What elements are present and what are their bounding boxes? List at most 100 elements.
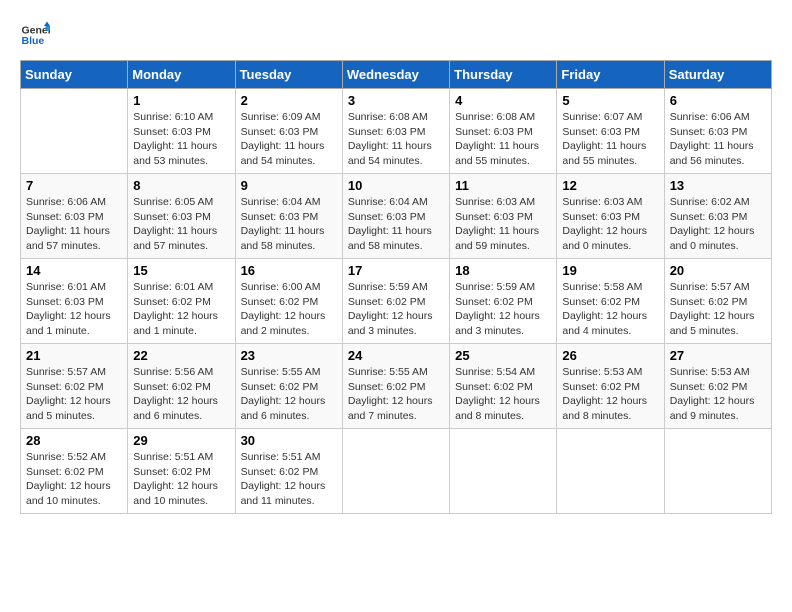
calendar-cell: 28 Sunrise: 5:52 AMSunset: 6:02 PMDayligh… [21, 429, 128, 514]
calendar-week-5: 28 Sunrise: 5:52 AMSunset: 6:02 PMDayligh… [21, 429, 772, 514]
calendar-cell [557, 429, 664, 514]
calendar-week-4: 21Sunrise: 5:57 AMSunset: 6:02 PMDayligh… [21, 344, 772, 429]
day-info: Sunrise: 6:03 AMSunset: 6:03 PMDaylight:… [455, 195, 551, 254]
day-info: Sunrise: 6:04 AMSunset: 6:03 PMDaylight:… [348, 195, 444, 254]
day-number: 13 [670, 178, 766, 193]
day-number: 22 [133, 348, 229, 363]
calendar-cell: 6 Sunrise: 6:06 AMSunset: 6:03 PMDaylight… [664, 89, 771, 174]
calendar-cell: 26 Sunrise: 5:53 AMSunset: 6:02 PMDayligh… [557, 344, 664, 429]
day-info: Sunrise: 5:52 AMSunset: 6:02 PMDaylight:… [26, 450, 122, 509]
calendar-cell: 4 Sunrise: 6:08 AMSunset: 6:03 PMDaylight… [450, 89, 557, 174]
column-header-wednesday: Wednesday [342, 61, 449, 89]
day-info: Sunrise: 6:02 AMSunset: 6:03 PMDaylight:… [670, 195, 766, 254]
day-number: 26 [562, 348, 658, 363]
day-number: 27 [670, 348, 766, 363]
logo-icon: General Blue [20, 20, 50, 50]
day-info: Sunrise: 5:57 AMSunset: 6:02 PMDaylight:… [670, 280, 766, 339]
calendar-cell: 10 Sunrise: 6:04 AMSunset: 6:03 PMDayligh… [342, 174, 449, 259]
day-number: 29 [133, 433, 229, 448]
calendar-week-2: 7 Sunrise: 6:06 AMSunset: 6:03 PMDaylight… [21, 174, 772, 259]
calendar-cell [21, 89, 128, 174]
day-info: Sunrise: 6:08 AMSunset: 6:03 PMDaylight:… [348, 110, 444, 169]
day-info: Sunrise: 5:54 AMSunset: 6:02 PMDaylight:… [455, 365, 551, 424]
calendar-cell: 21Sunrise: 5:57 AMSunset: 6:02 PMDayligh… [21, 344, 128, 429]
calendar-table: SundayMondayTuesdayWednesdayThursdayFrid… [20, 60, 772, 514]
day-number: 28 [26, 433, 122, 448]
calendar-cell: 16Sunrise: 6:00 AMSunset: 6:02 PMDayligh… [235, 259, 342, 344]
day-number: 6 [670, 93, 766, 108]
day-info: Sunrise: 6:08 AMSunset: 6:03 PMDaylight:… [455, 110, 551, 169]
calendar-header-row: SundayMondayTuesdayWednesdayThursdayFrid… [21, 61, 772, 89]
day-info: Sunrise: 5:51 AMSunset: 6:02 PMDaylight:… [241, 450, 337, 509]
day-info: Sunrise: 5:55 AMSunset: 6:02 PMDaylight:… [241, 365, 337, 424]
calendar-cell: 2 Sunrise: 6:09 AMSunset: 6:03 PMDaylight… [235, 89, 342, 174]
day-number: 21 [26, 348, 122, 363]
calendar-week-3: 14 Sunrise: 6:01 AMSunset: 6:03 PMDayligh… [21, 259, 772, 344]
day-number: 5 [562, 93, 658, 108]
day-info: Sunrise: 5:59 AMSunset: 6:02 PMDaylight:… [348, 280, 444, 339]
day-number: 4 [455, 93, 551, 108]
day-number: 14 [26, 263, 122, 278]
calendar-cell [342, 429, 449, 514]
day-info: Sunrise: 6:10 AMSunset: 6:03 PMDaylight:… [133, 110, 229, 169]
day-info: Sunrise: 6:01 AMSunset: 6:03 PMDaylight:… [26, 280, 122, 339]
day-info: Sunrise: 5:59 AMSunset: 6:02 PMDaylight:… [455, 280, 551, 339]
day-number: 9 [241, 178, 337, 193]
calendar-cell: 30 Sunrise: 5:51 AMSunset: 6:02 PMDayligh… [235, 429, 342, 514]
calendar-cell: 15 Sunrise: 6:01 AMSunset: 6:02 PMDayligh… [128, 259, 235, 344]
calendar-cell: 5 Sunrise: 6:07 AMSunset: 6:03 PMDaylight… [557, 89, 664, 174]
column-header-tuesday: Tuesday [235, 61, 342, 89]
calendar-cell: 9 Sunrise: 6:04 AMSunset: 6:03 PMDaylight… [235, 174, 342, 259]
day-number: 16 [241, 263, 337, 278]
calendar-cell: 24Sunrise: 5:55 AMSunset: 6:02 PMDayligh… [342, 344, 449, 429]
day-number: 30 [241, 433, 337, 448]
column-header-saturday: Saturday [664, 61, 771, 89]
calendar-cell: 12 Sunrise: 6:03 AMSunset: 6:03 PMDayligh… [557, 174, 664, 259]
calendar-cell: 3 Sunrise: 6:08 AMSunset: 6:03 PMDaylight… [342, 89, 449, 174]
day-number: 15 [133, 263, 229, 278]
calendar-cell: 7 Sunrise: 6:06 AMSunset: 6:03 PMDaylight… [21, 174, 128, 259]
day-info: Sunrise: 5:56 AMSunset: 6:02 PMDaylight:… [133, 365, 229, 424]
calendar-cell: 14 Sunrise: 6:01 AMSunset: 6:03 PMDayligh… [21, 259, 128, 344]
column-header-monday: Monday [128, 61, 235, 89]
day-number: 8 [133, 178, 229, 193]
day-number: 1 [133, 93, 229, 108]
calendar-cell: 18 Sunrise: 5:59 AMSunset: 6:02 PMDayligh… [450, 259, 557, 344]
calendar-cell: 11 Sunrise: 6:03 AMSunset: 6:03 PMDayligh… [450, 174, 557, 259]
day-info: Sunrise: 6:01 AMSunset: 6:02 PMDaylight:… [133, 280, 229, 339]
logo: General Blue [20, 20, 50, 50]
calendar-cell [664, 429, 771, 514]
day-info: Sunrise: 5:51 AMSunset: 6:02 PMDaylight:… [133, 450, 229, 509]
calendar-cell: 25Sunrise: 5:54 AMSunset: 6:02 PMDayligh… [450, 344, 557, 429]
day-number: 7 [26, 178, 122, 193]
calendar-cell: 29 Sunrise: 5:51 AMSunset: 6:02 PMDayligh… [128, 429, 235, 514]
day-number: 23 [241, 348, 337, 363]
day-info: Sunrise: 6:04 AMSunset: 6:03 PMDaylight:… [241, 195, 337, 254]
day-number: 20 [670, 263, 766, 278]
day-info: Sunrise: 6:06 AMSunset: 6:03 PMDaylight:… [670, 110, 766, 169]
day-info: Sunrise: 6:05 AMSunset: 6:03 PMDaylight:… [133, 195, 229, 254]
calendar-cell: 20 Sunrise: 5:57 AMSunset: 6:02 PMDayligh… [664, 259, 771, 344]
day-number: 2 [241, 93, 337, 108]
day-info: Sunrise: 5:53 AMSunset: 6:02 PMDaylight:… [562, 365, 658, 424]
day-number: 10 [348, 178, 444, 193]
day-number: 11 [455, 178, 551, 193]
column-header-friday: Friday [557, 61, 664, 89]
day-info: Sunrise: 6:03 AMSunset: 6:03 PMDaylight:… [562, 195, 658, 254]
day-number: 3 [348, 93, 444, 108]
day-number: 12 [562, 178, 658, 193]
day-info: Sunrise: 6:07 AMSunset: 6:03 PMDaylight:… [562, 110, 658, 169]
calendar-cell: 23 Sunrise: 5:55 AMSunset: 6:02 PMDayligh… [235, 344, 342, 429]
day-number: 24 [348, 348, 444, 363]
page-header: General Blue [20, 20, 772, 50]
calendar-body: 1 Sunrise: 6:10 AMSunset: 6:03 PMDaylight… [21, 89, 772, 514]
day-info: Sunrise: 5:53 AMSunset: 6:02 PMDaylight:… [670, 365, 766, 424]
day-number: 19 [562, 263, 658, 278]
day-number: 18 [455, 263, 551, 278]
calendar-cell: 8 Sunrise: 6:05 AMSunset: 6:03 PMDaylight… [128, 174, 235, 259]
calendar-week-1: 1 Sunrise: 6:10 AMSunset: 6:03 PMDaylight… [21, 89, 772, 174]
svg-text:Blue: Blue [22, 35, 45, 47]
day-info: Sunrise: 6:06 AMSunset: 6:03 PMDaylight:… [26, 195, 122, 254]
day-info: Sunrise: 6:09 AMSunset: 6:03 PMDaylight:… [241, 110, 337, 169]
day-info: Sunrise: 5:58 AMSunset: 6:02 PMDaylight:… [562, 280, 658, 339]
